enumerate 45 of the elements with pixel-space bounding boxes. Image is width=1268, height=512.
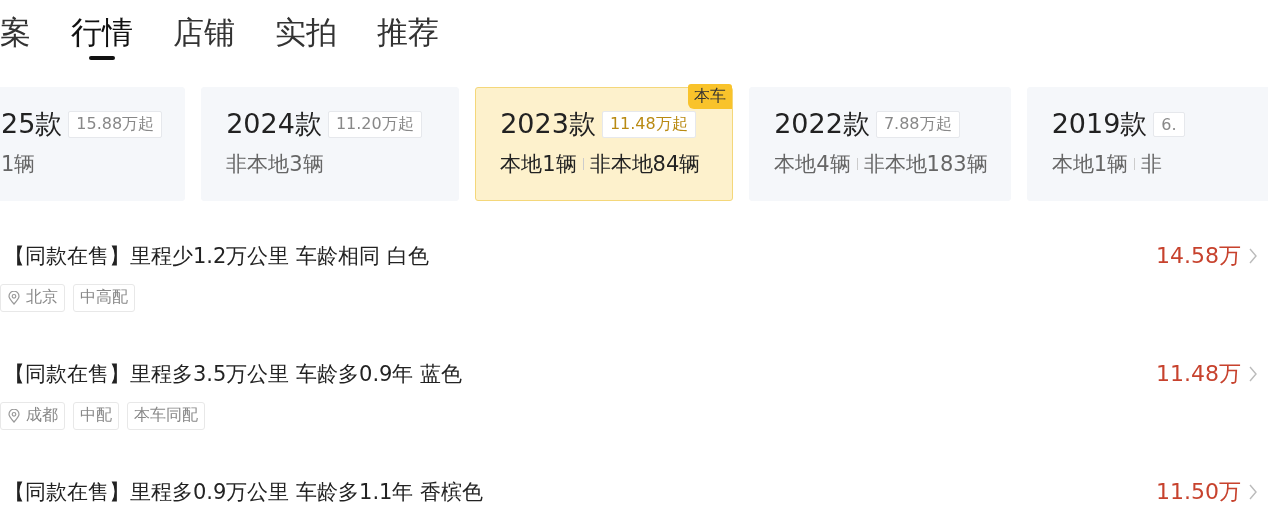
model-year-card[interactable]: 2024款 11.20万起 非本地3辆	[201, 87, 460, 201]
tab[interactable]: 行情	[71, 14, 133, 60]
model-year-card[interactable]: 25款 15.88万起 1辆	[0, 87, 186, 201]
current-car-badge: 本车	[688, 84, 733, 109]
listing-title[interactable]: 【同款在售】里程少1.2万公里 车龄相同 白色	[4, 242, 429, 270]
pin-icon	[7, 408, 21, 423]
listing-count: 本地1辆	[1051, 151, 1128, 178]
tab[interactable]: 推荐	[377, 14, 439, 60]
starting-price: 11.20万起	[327, 110, 422, 138]
config-tag: 中配	[73, 402, 119, 430]
listing-count: 非	[1141, 151, 1162, 178]
model-year: 2019款	[1051, 107, 1148, 141]
model-year-card[interactable]: 2022款 7.88万起 本地4辆 非本地183辆	[749, 87, 1011, 201]
listing-count: 非本地3辆	[226, 151, 324, 178]
starting-price: 15.88万起	[68, 110, 163, 138]
listing-count: 1辆	[1, 151, 36, 178]
tab[interactable]: 店铺	[173, 14, 235, 60]
starting-price: 6.	[1153, 111, 1185, 137]
listing-count: 非本地84辆	[589, 151, 701, 178]
config-tag: 本车同配	[127, 402, 205, 430]
model-year-card[interactable]: 本车 2023款 11.48万起 本地1辆 非本地84辆	[475, 87, 734, 201]
location-tag: 北京	[0, 284, 65, 312]
listing-price: 11.48万	[1156, 360, 1241, 388]
location-tag: 成都	[0, 402, 65, 430]
chevron-icon	[1249, 366, 1257, 382]
starting-price: 11.48万起	[601, 110, 696, 138]
chevron-icon	[1249, 484, 1257, 500]
pin-icon	[7, 290, 21, 305]
listing-title[interactable]: 【同款在售】里程多3.5万公里 车龄多0.9年 蓝色	[4, 360, 463, 388]
config-tag: 中高配	[73, 284, 135, 312]
listing-title[interactable]: 【同款在售】里程多0.9万公里 车龄多1.1年 香槟色	[4, 478, 484, 506]
model-year: 25款	[1, 107, 63, 141]
listing-count: 本地4辆	[774, 151, 851, 178]
starting-price: 7.88万起	[875, 110, 960, 138]
listing-price: 11.50万	[1156, 478, 1241, 506]
chevron-icon	[1249, 248, 1257, 264]
tab[interactable]: 实拍	[275, 14, 337, 60]
model-year: 2024款	[226, 107, 322, 141]
listing-count: 本地1辆	[500, 151, 577, 178]
tab[interactable]: 案	[0, 14, 31, 60]
model-year: 2022款	[774, 107, 870, 141]
listing-price: 14.58万	[1156, 242, 1241, 270]
model-year-card[interactable]: 2019款 6. 本地1辆 非	[1026, 87, 1268, 201]
model-year: 2023款	[500, 107, 596, 141]
listing-count: 非本地183辆	[863, 151, 988, 178]
